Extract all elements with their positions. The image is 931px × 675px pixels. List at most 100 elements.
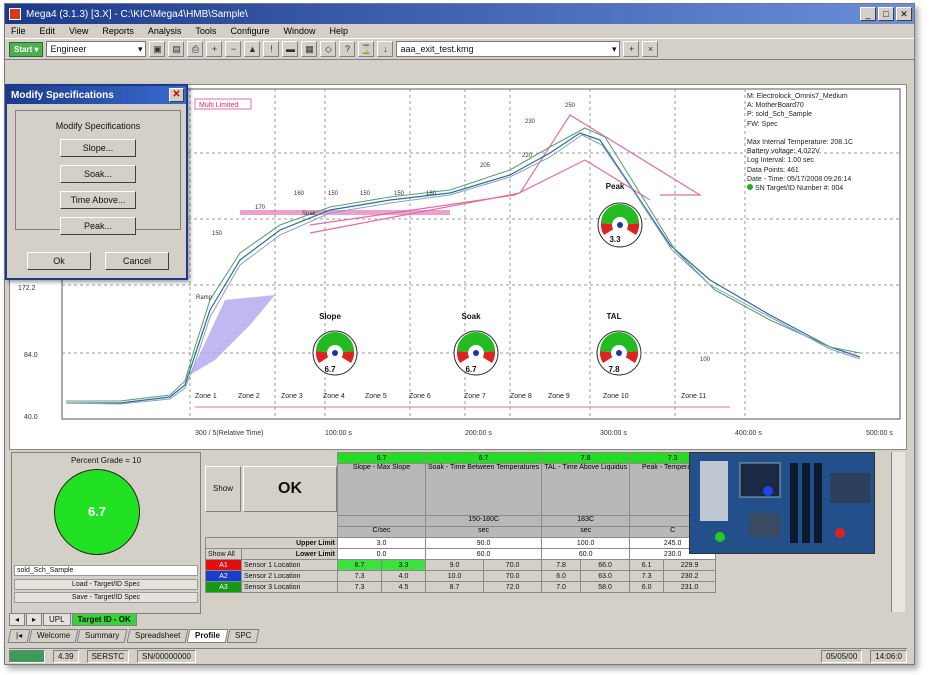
sensor-1-name[interactable]: Sensor 1 Location <box>241 559 338 571</box>
sensor-2-tal-b: 63.0 <box>580 570 631 582</box>
tal-lower[interactable]: 60.0 <box>541 548 631 560</box>
y-label-172: 172.2 <box>18 285 36 292</box>
start-button[interactable]: Start ▾ <box>9 41 44 57</box>
tab-spc-label: SPC <box>234 631 252 640</box>
board-svg <box>690 453 874 553</box>
tab-scroll-right[interactable]: ▸ <box>26 613 43 626</box>
open-icon[interactable]: ▤ <box>168 41 185 57</box>
lower-tabs: ◂ ▸ UPL Target ID - OK <box>9 613 138 626</box>
status-bar: 4.39 SERSTC SN/00000000 05/05/00 14:06:0 <box>9 648 907 664</box>
menu-edit[interactable]: Edit <box>40 26 56 36</box>
peak-button[interactable]: Peak... <box>60 217 136 235</box>
sensor-2-soak: 10.0 <box>424 570 485 582</box>
tab-profile[interactable]: Profile <box>186 629 229 643</box>
slope-gauge-value: 6.7 <box>324 365 336 374</box>
file-select[interactable]: aaa_exit_test.kmg ▾ <box>396 41 621 57</box>
sensor-2-tal: 6.0 <box>541 570 582 582</box>
tab-scroll-left[interactable]: ◂ <box>9 613 26 626</box>
time-above-button[interactable]: Time Above... <box>60 191 136 209</box>
y-label-40: 40.0 <box>24 414 38 421</box>
zone-label-8: Zone 8 <box>510 393 532 400</box>
status-time: 14:06:0 <box>870 650 907 663</box>
menu-configure[interactable]: Configure <box>230 26 269 36</box>
menu-help[interactable]: Help <box>329 26 348 36</box>
tal-gauge-title: TAL <box>606 312 622 321</box>
spec-table: 6.7 6.7 7.8 7.3 Slope - Max Slope Soak -… <box>205 452 717 593</box>
help-icon[interactable]: ? <box>339 41 356 57</box>
maximize-button[interactable]: □ <box>878 7 894 21</box>
status-serial: SN/00000000 <box>137 650 196 663</box>
spec-blank-cell <box>206 453 338 464</box>
multi-limited-text: Multi Limited <box>199 102 238 109</box>
status-port: SERSTC <box>86 650 130 663</box>
zone-label-9: Zone 9 <box>548 393 570 400</box>
tal-gauge-value: 7.8 <box>608 365 620 374</box>
x-label-0: 300 / 5(Relative Time) <box>195 430 263 437</box>
sensor-2-name[interactable]: Sensor 2 Location <box>241 570 338 582</box>
lock-icon[interactable]: ▲ <box>244 41 261 57</box>
measure-icon[interactable]: ◇ <box>320 41 337 57</box>
sensor-3-name[interactable]: Sensor 3 Location <box>241 581 338 593</box>
zoom-in-icon[interactable]: + <box>206 41 223 57</box>
peak-gauge-title: Peak <box>605 182 625 191</box>
menu-bar: File Edit View Reports Analysis Tools Co… <box>5 24 914 38</box>
soak-gauge-value: 6.7 <box>465 365 477 374</box>
soak-upper[interactable]: 90.0 <box>424 537 543 549</box>
menu-window[interactable]: Window <box>283 26 315 36</box>
zone-label-7: Zone 7 <box>464 393 486 400</box>
print-icon[interactable]: ⎙ <box>187 41 204 57</box>
svg-text:150: 150 <box>212 231 223 237</box>
tab-first[interactable]: |◂ <box>7 629 31 643</box>
slope-button[interactable]: Slope... <box>60 139 136 157</box>
tab-upl[interactable]: UPL <box>43 613 71 626</box>
menu-analysis[interactable]: Analysis <box>148 26 182 36</box>
slope-lower[interactable]: 0.0 <box>337 548 426 560</box>
sensor-1-soak-b: 70.0 <box>483 559 543 571</box>
sensor-3-tal-b: 58.0 <box>580 581 631 593</box>
load-spec-button[interactable]: Load - Target/ID Spec <box>14 579 198 590</box>
show-all-button[interactable]: Show All <box>205 548 242 560</box>
legend-line-9: Date - Time: 05/17/2008 09:26:14 <box>747 175 852 183</box>
tab-summary[interactable]: Summary <box>76 629 129 643</box>
mode-select[interactable]: Engineer ▾ <box>46 41 147 57</box>
x-label-1: 100:00 s <box>325 430 352 437</box>
minimize-button[interactable]: _ <box>860 7 876 21</box>
dialog-group-label: Modify Specifications <box>55 121 141 131</box>
tal-gauge-labels: TAL 7.8 <box>589 312 639 374</box>
zoom-out-icon[interactable]: − <box>225 41 242 57</box>
menu-tools[interactable]: Tools <box>195 26 216 36</box>
cancel-button[interactable]: Cancel <box>105 252 169 270</box>
dialog-close-icon[interactable]: ✕ <box>169 88 184 102</box>
grid-icon[interactable]: ▦ <box>301 41 318 57</box>
app-icon <box>9 8 21 20</box>
menu-view[interactable]: View <box>69 26 88 36</box>
save-spec-button[interactable]: Save - Target/ID Spec <box>14 592 198 603</box>
tal-upper[interactable]: 100.0 <box>541 537 631 549</box>
tab-welcome[interactable]: Welcome <box>28 629 79 643</box>
tal-header-name: TAL - Time Above Liquidus <box>541 463 631 516</box>
menu-reports[interactable]: Reports <box>102 26 134 36</box>
sensor-1-soak: 9.0 <box>424 559 485 571</box>
svg-text:230: 230 <box>525 119 536 125</box>
flag-icon[interactable]: ▬ <box>282 41 299 57</box>
hourglass-icon[interactable]: ⌛ <box>358 41 375 57</box>
sensor-2-peak-b: 230.2 <box>663 570 717 582</box>
table-row: A3 Sensor 3 Location 7.3 4.5 8.7 72.0 7.… <box>205 581 717 593</box>
warning-icon[interactable]: ! <box>263 41 280 57</box>
soak-lower[interactable]: 60.0 <box>424 548 543 560</box>
close-button[interactable]: ✕ <box>896 7 912 21</box>
legend-line-1: A: MotherBoard70 <box>747 102 804 110</box>
tab-spreadsheet[interactable]: Spreadsheet <box>126 629 189 643</box>
menu-file[interactable]: File <box>11 26 26 36</box>
down-arrow-icon[interactable]: ↓ <box>377 41 394 57</box>
add-icon[interactable]: + <box>623 41 640 57</box>
tab-spc[interactable]: SPC <box>226 629 260 643</box>
soak-gauge-labels: Soak 6.7 <box>446 312 496 374</box>
save-icon[interactable]: ▣ <box>149 41 166 57</box>
vertical-scrollbar[interactable] <box>891 452 905 612</box>
remove-icon[interactable]: × <box>642 41 659 57</box>
slope-upper[interactable]: 3.0 <box>337 537 426 549</box>
ok-button[interactable]: Ok <box>27 252 91 270</box>
soak-button[interactable]: Soak... <box>60 165 136 183</box>
tab-target-id[interactable]: Target ID - OK <box>71 613 137 626</box>
